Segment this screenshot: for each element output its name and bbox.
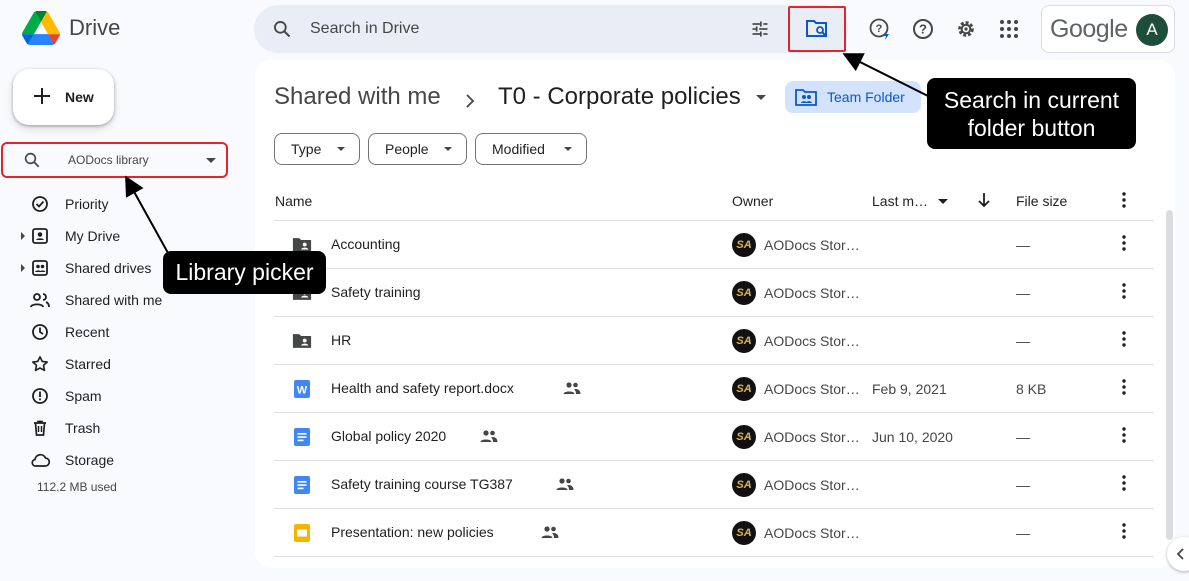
arrow-to-search-button (842, 53, 931, 98)
arrow-to-library-picker (125, 175, 169, 254)
chevron-left-icon (1176, 548, 1184, 560)
callout-library-picker: Library picker (163, 251, 326, 294)
callout-search-folder: Search in current folder button (927, 78, 1136, 149)
